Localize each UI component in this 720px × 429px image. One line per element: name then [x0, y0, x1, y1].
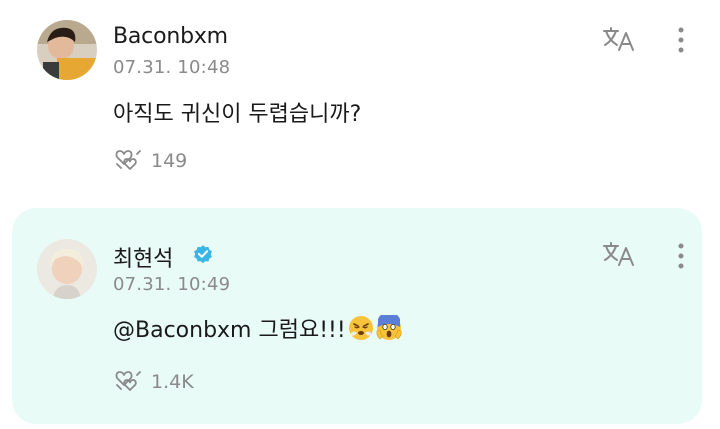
post-text-row: @Baconbxm 그럼요!!! [113, 312, 402, 344]
avatar-photo-icon [37, 20, 97, 80]
heart-cluster-icon [115, 150, 141, 170]
face-with-steam-emoji [348, 316, 373, 340]
translate-button[interactable] [602, 26, 636, 52]
verified-badge-icon [194, 245, 212, 264]
more-options-button[interactable] [676, 242, 686, 272]
like-count: 1.4K [151, 371, 194, 393]
timestamp: 07.31. 10:49 [113, 274, 231, 295]
more-options-button[interactable] [676, 26, 686, 56]
like-count: 149 [151, 150, 188, 172]
translate-icon [603, 242, 634, 266]
avatar[interactable] [37, 239, 97, 299]
more-vertical-icon [678, 27, 684, 53]
heart-cluster-icon [115, 371, 141, 391]
avatar-photo-icon [37, 239, 97, 299]
face-screaming-in-fear-emoji [376, 315, 402, 340]
translate-icon [603, 27, 634, 51]
like-button[interactable]: 149 [113, 148, 187, 174]
more-vertical-icon [678, 243, 684, 269]
post-text: @Baconbxm 그럼요!!! [113, 318, 346, 343]
like-button[interactable]: 1.4K [113, 369, 194, 395]
fan-post: Baconbxm 07.31. 10:48 아직도 귀신이 두렵습니까? 149 [0, 0, 720, 200]
translate-button[interactable] [602, 241, 636, 267]
timestamp: 07.31. 10:48 [113, 57, 231, 78]
artist-reply: 최현석 07.31. 10:49 @Baconbxm 그럼요!!! 1.4K [12, 208, 702, 424]
username[interactable]: Baconbxm [113, 24, 228, 49]
username[interactable]: 최현석 [113, 241, 173, 273]
avatar[interactable] [37, 20, 97, 80]
post-text: 아직도 귀신이 두렵습니까? [113, 102, 362, 127]
